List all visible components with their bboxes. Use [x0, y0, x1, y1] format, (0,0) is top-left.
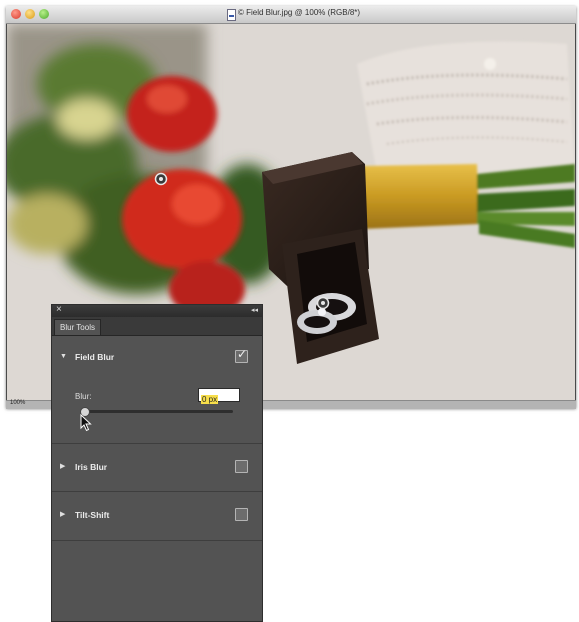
window-title: © Field Blur.jpg @ 100% (RGB/8*) — [238, 8, 361, 17]
blur-pin-icon[interactable] — [316, 296, 330, 310]
field-blur-section: ▼ Field Blur ✓ Blur: 0 px — [52, 336, 262, 444]
blur-label: Blur: — [75, 392, 92, 401]
tilt-shift-checkbox[interactable] — [235, 508, 248, 521]
field-blur-checkbox[interactable]: ✓ — [235, 347, 248, 363]
collapse-icon[interactable]: ◂◂ — [251, 305, 258, 317]
tab-blur-tools[interactable]: Blur Tools — [54, 319, 101, 335]
window-zoom-button[interactable] — [39, 9, 49, 19]
blur-pin-icon[interactable] — [154, 172, 168, 186]
tilt-shift-title: Tilt-Shift — [75, 510, 110, 520]
blur-amount-input[interactable]: 0 px — [198, 388, 240, 404]
blur-slider-track[interactable] — [82, 410, 233, 413]
zoom-level[interactable]: 100% — [10, 400, 25, 406]
collapsed-arrow-icon[interactable]: ▶ — [60, 508, 65, 522]
window-minimize-button[interactable] — [25, 9, 35, 19]
iris-blur-title: Iris Blur — [75, 462, 108, 472]
panel-header[interactable]: × ◂◂ — [52, 304, 262, 317]
panel-tab-strip: Blur Tools — [52, 317, 262, 336]
expanded-arrow-icon[interactable]: ▼ — [60, 350, 67, 364]
checkmark-icon: ✓ — [237, 347, 248, 361]
blur-amount-value: 0 px — [201, 395, 219, 404]
close-icon[interactable]: × — [56, 304, 62, 316]
title-bar[interactable]: © Field Blur.jpg @ 100% (RGB/8*) — [6, 6, 576, 24]
iris-blur-section: ▶ Iris Blur — [52, 444, 262, 492]
mouse-cursor-icon — [80, 414, 92, 432]
tilt-shift-section: ▶ Tilt-Shift — [52, 492, 262, 541]
iris-blur-checkbox[interactable] — [235, 460, 248, 473]
field-blur-title: Field Blur — [75, 352, 115, 362]
field-blur-header[interactable]: ▼ Field Blur ✓ — [52, 347, 262, 364]
document-icon — [227, 9, 236, 21]
window-close-button[interactable] — [11, 9, 21, 19]
blur-tools-panel: × ◂◂ Blur Tools ▼ Field Blur ✓ Blur: 0 p… — [51, 304, 263, 622]
tilt-shift-header[interactable]: ▶ Tilt-Shift — [52, 508, 262, 522]
iris-blur-header[interactable]: ▶ Iris Blur — [52, 460, 262, 474]
collapsed-arrow-icon[interactable]: ▶ — [60, 460, 65, 474]
